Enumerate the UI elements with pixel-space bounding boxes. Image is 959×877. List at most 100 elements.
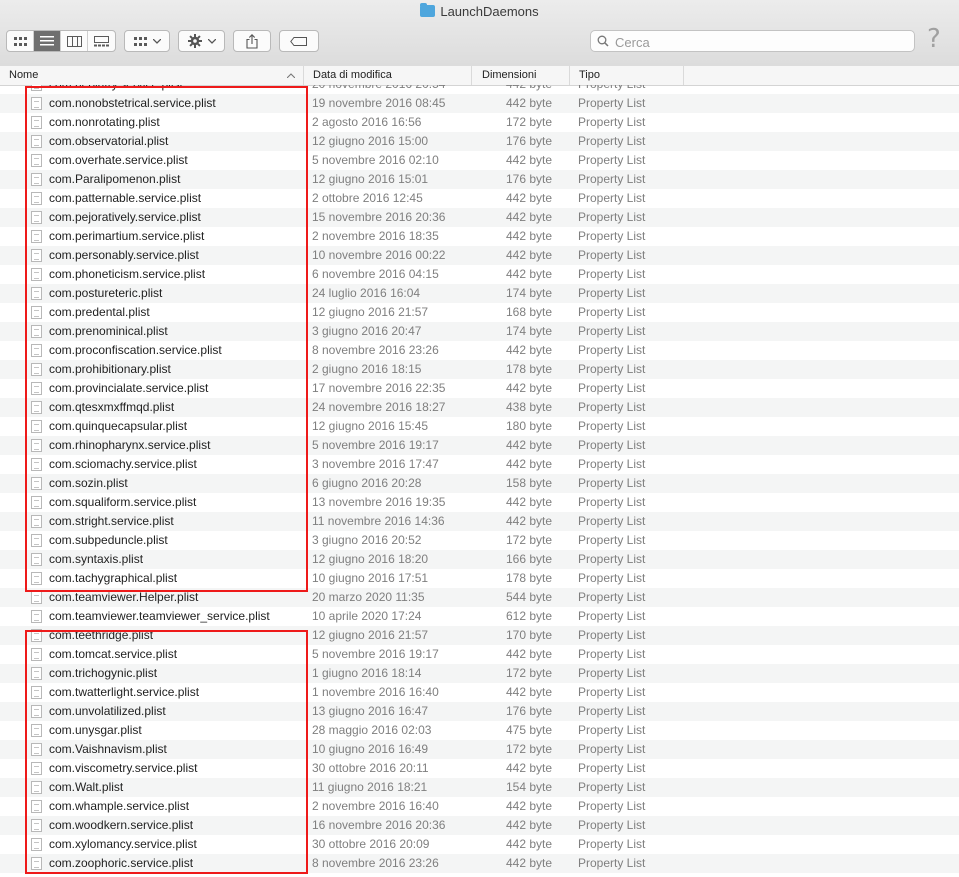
file-row[interactable]: com.Vaishnavism.plist 10 giugno 2016 16:4…	[0, 740, 959, 759]
file-row[interactable]: com.squaliform.service.plist 13 novembre …	[0, 493, 959, 512]
file-row[interactable]: com.tachygraphical.plist 10 giugno 2016 1…	[0, 569, 959, 588]
file-row[interactable]: com.sozin.plist 6 giugno 2016 20:28 158 by…	[0, 474, 959, 493]
file-row[interactable]: com.patternable.service.plist 2 ottobre 2…	[0, 189, 959, 208]
file-row[interactable]: com.nonobstetrical.service.plist 19 novem…	[0, 94, 959, 113]
file-date-modified: 3 giugno 2016 20:52	[312, 533, 422, 547]
action-menu-button[interactable]	[178, 30, 225, 52]
file-row[interactable]: com.prohibitionary.plist 2 giugno 2016 18…	[0, 360, 959, 379]
file-date-modified: 12 giugno 2016 21:57	[312, 305, 429, 319]
file-row[interactable]: com.syntaxis.plist 12 giugno 2016 18:20 16…	[0, 550, 959, 569]
file-row[interactable]: com.observatorial.plist 12 giugno 2016 15…	[0, 132, 959, 151]
file-row[interactable]: com.teethridge.plist 12 giugno 2016 21:57…	[0, 626, 959, 645]
file-row[interactable]: com.Walt.plist 11 giugno 2016 18:21 154 by…	[0, 778, 959, 797]
file-row[interactable]: com.rhinopharynx.service.plist 5 novembre…	[0, 436, 959, 455]
search-field[interactable]	[590, 30, 915, 53]
plist-file-icon	[31, 344, 42, 357]
file-row[interactable]: com.postureteric.plist 24 luglio 2016 16:…	[0, 284, 959, 303]
column-header-name[interactable]: Nome	[4, 66, 304, 85]
file-size: 442 byte	[506, 495, 553, 509]
file-row[interactable]: com.quinquecapsular.plist 12 giugno 2016 …	[0, 417, 959, 436]
tag-icon	[290, 36, 307, 46]
file-row[interactable]: com.nonrotating.plist 2 agosto 2016 16:56…	[0, 113, 959, 132]
file-size: 544 byte	[506, 590, 553, 604]
share-button[interactable]	[233, 30, 271, 52]
file-row[interactable]: com.sciomachy.service.plist 3 novembre 20…	[0, 455, 959, 474]
file-row[interactable]: com.teamviewer.Helper.plist 20 marzo 2020…	[0, 588, 959, 607]
file-name: com.nonrotating.plist	[49, 115, 160, 129]
file-kind: Property List	[578, 533, 646, 547]
file-date-modified: 1 novembre 2016 16:40	[312, 685, 439, 699]
column-header-size[interactable]: Dimensioni	[477, 66, 570, 85]
file-row[interactable]: com.xylomancy.service.plist 30 ottobre 20…	[0, 835, 959, 854]
icon-view-button[interactable]	[7, 31, 34, 51]
plist-file-icon	[31, 705, 42, 718]
file-kind: Property List	[578, 590, 646, 604]
file-name: com.pejoratively.service.plist	[49, 210, 201, 224]
plist-file-icon	[31, 211, 42, 224]
file-row[interactable]: com.qtesxmxffmqd.plist 24 novembre 2016 1…	[0, 398, 959, 417]
file-row[interactable]: com.unvolatilized.plist 13 giugno 2016 16…	[0, 702, 959, 721]
file-size: 442 byte	[506, 191, 553, 205]
column-view-button[interactable]	[61, 31, 88, 51]
file-row[interactable]: com.predental.plist 12 giugno 2016 21:57 1…	[0, 303, 959, 322]
help-icon[interactable]: ?	[927, 24, 941, 54]
tags-button[interactable]	[279, 30, 319, 52]
file-name: com.syntaxis.plist	[49, 552, 144, 566]
plist-file-icon	[31, 857, 42, 870]
file-row[interactable]: com.tomcat.service.plist 5 novembre 2016 …	[0, 645, 959, 664]
file-kind: Property List	[578, 85, 645, 94]
file-kind: Property List	[578, 761, 646, 775]
file-date-modified: 13 novembre 2016 19:35	[312, 495, 446, 509]
file-row[interactable]: com.overhate.service.plist 5 novembre 201…	[0, 151, 959, 170]
file-kind: Property List	[578, 666, 646, 680]
file-row[interactable]: com.zoophoric.service.plist 8 novembre 20…	[0, 854, 959, 873]
file-name: com.personably.service.plist	[49, 248, 199, 262]
file-row[interactable]: com.Paralipomenon.plist 12 giugno 2016 15…	[0, 170, 959, 189]
plist-file-icon	[31, 382, 42, 395]
file-row[interactable]: com.whample.service.plist 2 novembre 2016…	[0, 797, 959, 816]
plist-file-icon	[31, 534, 42, 547]
file-size: 442 byte	[506, 457, 553, 471]
file-name: com.Vaishnavism.plist	[49, 742, 167, 756]
file-row[interactable]: com.trichogynic.plist 1 giugno 2016 18:14…	[0, 664, 959, 683]
file-list[interactable]: com.neolatry.service.plist 20 novembre 20…	[0, 85, 959, 877]
file-row[interactable]: com.perimartium.service.plist 2 novembre …	[0, 227, 959, 246]
file-row[interactable]: com.pejoratively.service.plist 15 novembr…	[0, 208, 959, 227]
plist-file-icon	[31, 135, 42, 148]
plist-file-icon	[31, 154, 42, 167]
group-by-button[interactable]	[124, 30, 170, 52]
file-row[interactable]: com.personably.service.plist 10 novembre …	[0, 246, 959, 265]
file-row[interactable]: com.phoneticism.service.plist 6 novembre …	[0, 265, 959, 284]
file-row[interactable]: com.woodkern.service.plist 16 novembre 20…	[0, 816, 959, 835]
file-row[interactable]: com.unysgar.plist 28 maggio 2016 02:03 475…	[0, 721, 959, 740]
column-header-date-label: Data di modifica	[313, 69, 392, 81]
file-row[interactable]: com.proconfiscation.service.plist 8 novem…	[0, 341, 959, 360]
file-name: com.zoophoric.service.plist	[49, 856, 194, 870]
file-row[interactable]: com.twatterlight.service.plist 1 novembre…	[0, 683, 959, 702]
file-row[interactable]: com.neolatry.service.plist 20 novembre 20…	[0, 85, 959, 94]
file-row[interactable]: com.prenominical.plist 3 giugno 2016 20:4…	[0, 322, 959, 341]
plist-file-icon	[31, 515, 42, 528]
file-row[interactable]: com.teamviewer.teamviewer_service.plist 1…	[0, 607, 959, 626]
share-icon	[246, 33, 258, 49]
file-row[interactable]: com.stright.service.plist 11 novembre 201…	[0, 512, 959, 531]
file-name: com.teamviewer.Helper.plist	[49, 590, 199, 604]
search-input[interactable]	[613, 31, 907, 53]
file-size: 154 byte	[506, 780, 553, 794]
file-name: com.neolatry.service.plist	[49, 85, 183, 94]
file-kind: Property List	[578, 438, 646, 452]
file-row[interactable]: com.provincialate.service.plist 17 novemb…	[0, 379, 959, 398]
file-row[interactable]: com.subpeduncle.plist 3 giugno 2016 20:52…	[0, 531, 959, 550]
file-size: 442 byte	[506, 248, 553, 262]
column-header-kind[interactable]: Tipo	[574, 66, 684, 85]
file-date-modified: 12 giugno 2016 15:01	[312, 172, 429, 186]
list-view-button[interactable]	[34, 31, 61, 51]
plist-file-icon	[31, 724, 42, 737]
file-row[interactable]: com.viscometry.service.plist 30 ottobre 2…	[0, 759, 959, 778]
column-header-date[interactable]: Data di modifica	[308, 66, 472, 85]
file-date-modified: 5 novembre 2016 19:17	[312, 647, 439, 661]
plist-file-icon	[31, 553, 42, 566]
gallery-view-button[interactable]	[88, 31, 115, 51]
file-size: 172 byte	[506, 533, 553, 547]
file-date-modified: 13 giugno 2016 16:47	[312, 704, 429, 718]
